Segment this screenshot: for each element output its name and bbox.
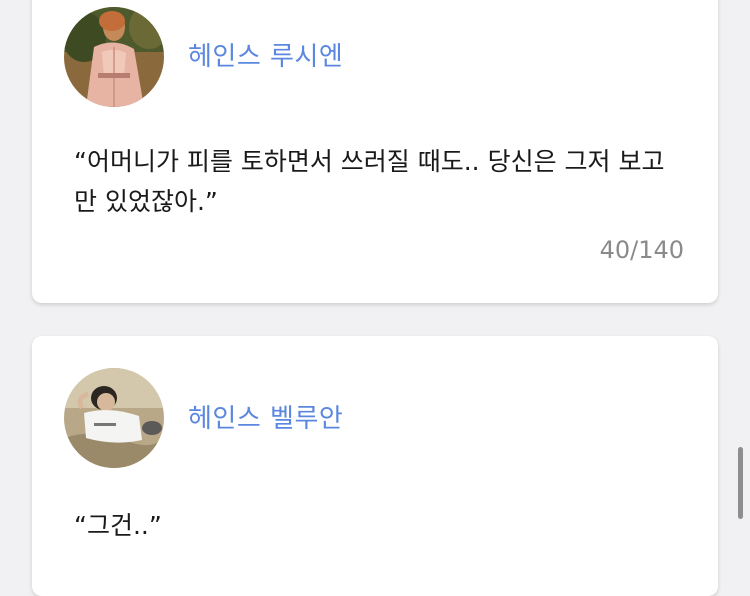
woman-in-pink-dress-icon [64, 7, 164, 107]
author-name[interactable]: 헤인스 벨루안 [188, 398, 343, 435]
post-card: 헤인스 루시엔 “어머니가 피를 토하면서 쓰러질 때도.. 당신은 그저 보고… [32, 0, 718, 303]
scrollbar-thumb[interactable] [738, 447, 743, 519]
author-avatar[interactable] [64, 7, 164, 107]
author-name[interactable]: 헤인스 루시엔 [188, 36, 343, 73]
char-count: 40/140 [599, 236, 684, 264]
author-avatar[interactable] [64, 368, 164, 468]
man-lying-on-grass-icon [64, 368, 164, 468]
post-text: “그건..” [74, 511, 162, 540]
post-card: 헤인스 벨루안 “그건..” [32, 336, 718, 596]
post-text: “어머니가 피를 토하면서 쓰러질 때도.. 당신은 그저 보고만 있었잖아.” [74, 147, 665, 216]
